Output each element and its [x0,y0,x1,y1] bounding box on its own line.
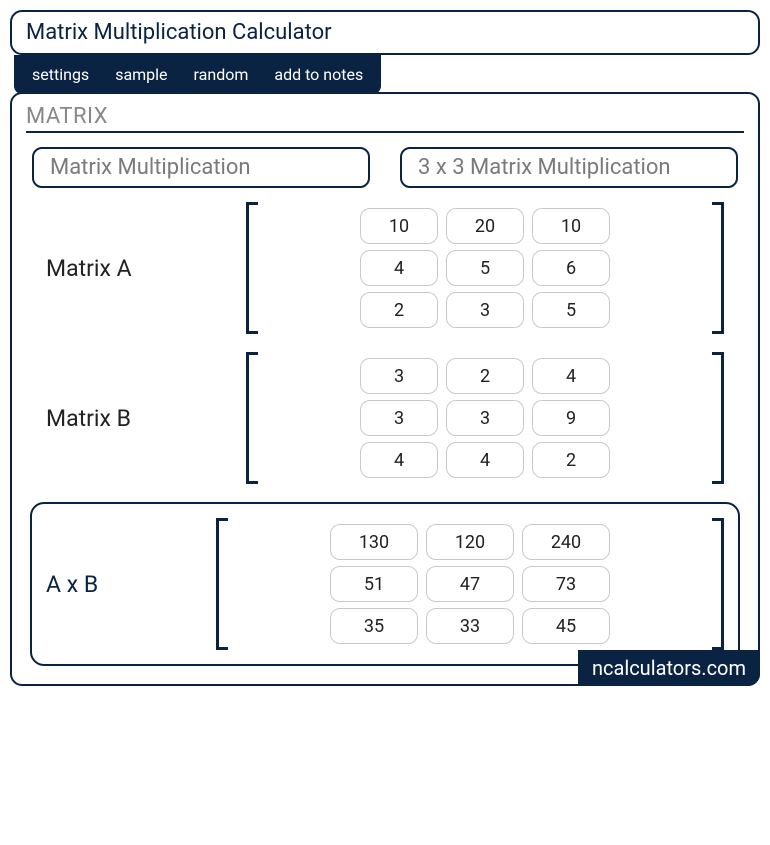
mode-3x3-button[interactable]: 3 x 3 Matrix Multiplication [400,147,738,188]
tab-bar: settings sample random add to notes [14,55,381,94]
brand-badge[interactable]: ncalculators.com [578,650,760,686]
tab-sample[interactable]: sample [115,65,167,84]
matrix-a: 10 20 10 4 5 6 2 3 5 [246,202,724,334]
bracket-right-icon [712,352,724,484]
matrix-result: 130 120 240 51 47 73 35 33 45 [216,518,724,650]
matrix-b-cell[interactable]: 3 [360,358,438,394]
result-cell: 35 [330,608,418,644]
matrix-b-cell[interactable]: 2 [532,442,610,478]
matrix-b-label: Matrix B [46,405,246,432]
section-header: MATRIX [26,104,744,133]
matrix-b-cell[interactable]: 4 [360,442,438,478]
matrix-b-row: Matrix B 3 2 4 3 3 9 4 4 2 [46,352,724,484]
result-cell: 240 [522,524,610,560]
result-box: A x B 130 120 240 51 47 73 35 33 45 [30,502,740,666]
page-title: Matrix Multiplication Calculator [10,10,760,55]
matrix-a-cell[interactable]: 5 [446,250,524,286]
result-cell: 120 [426,524,514,560]
matrix-a-cell[interactable]: 5 [532,292,610,328]
matrix-a-cell[interactable]: 2 [360,292,438,328]
matrix-b-cell[interactable]: 3 [446,400,524,436]
matrix-a-cell[interactable]: 4 [360,250,438,286]
matrix-b-cell[interactable]: 3 [360,400,438,436]
result-cell: 73 [522,566,610,602]
bracket-left-icon [246,202,258,334]
matrix-a-cell[interactable]: 10 [532,208,610,244]
mode-row: Matrix Multiplication 3 x 3 Matrix Multi… [32,147,738,188]
tab-settings[interactable]: settings [32,65,89,84]
bracket-left-icon [216,518,228,650]
result-cell: 47 [426,566,514,602]
bracket-left-icon [246,352,258,484]
matrix-b-cell[interactable]: 2 [446,358,524,394]
matrix-a-cell[interactable]: 3 [446,292,524,328]
result-cell: 51 [330,566,418,602]
mode-generic-button[interactable]: Matrix Multiplication [32,147,370,188]
matrix-b: 3 2 4 3 3 9 4 4 2 [246,352,724,484]
result-label: A x B [46,571,216,598]
bracket-right-icon [712,202,724,334]
matrix-a-cell[interactable]: 20 [446,208,524,244]
matrix-a-label: Matrix A [46,255,246,282]
matrix-a-row: Matrix A 10 20 10 4 5 6 2 3 5 [46,202,724,334]
tab-random[interactable]: random [194,65,249,84]
result-cell: 45 [522,608,610,644]
matrix-b-cell[interactable]: 9 [532,400,610,436]
result-cell: 130 [330,524,418,560]
main-panel: MATRIX Matrix Multiplication 3 x 3 Matri… [10,92,760,686]
tab-add-to-notes[interactable]: add to notes [274,65,363,84]
matrix-a-cell[interactable]: 10 [360,208,438,244]
matrix-b-cell[interactable]: 4 [532,358,610,394]
result-cell: 33 [426,608,514,644]
matrix-a-cell[interactable]: 6 [532,250,610,286]
bracket-right-icon [712,518,724,650]
matrix-b-cell[interactable]: 4 [446,442,524,478]
